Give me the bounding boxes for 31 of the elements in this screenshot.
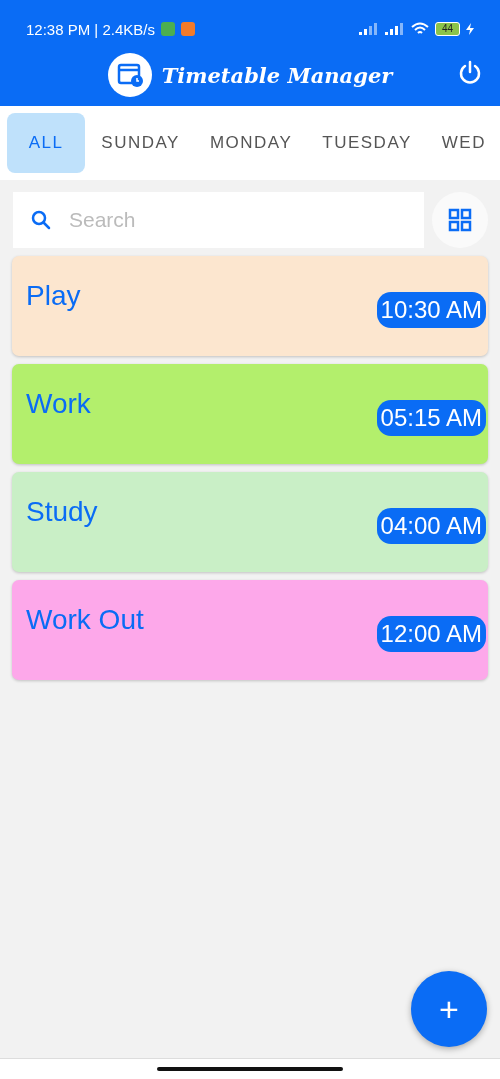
status-time: 12:38 PM | 2.4KB/s: [26, 20, 155, 38]
app-notification-icon: [180, 22, 195, 36]
signal-icon: [384, 23, 405, 35]
signal-icon: [358, 23, 379, 35]
task-time: 12:00 AM: [376, 616, 486, 652]
task-title: Work Out: [26, 604, 144, 636]
day-tab[interactable]: WED: [427, 113, 500, 173]
task-title: Study: [26, 496, 98, 528]
task-time: 10:30 AM: [376, 292, 486, 328]
power-icon[interactable]: [457, 60, 483, 86]
day-tab[interactable]: ALL: [7, 113, 86, 173]
day-tab[interactable]: SUNDAY: [87, 113, 194, 173]
calendar-logo-icon: [107, 53, 152, 97]
task-title: Play: [26, 280, 81, 312]
grid-icon: [448, 208, 472, 232]
charging-icon: [466, 23, 474, 35]
search-field[interactable]: Search: [13, 192, 424, 248]
add-button[interactable]: +: [411, 971, 487, 1047]
task-card[interactable]: Study 04:00 AM: [12, 472, 488, 572]
task-card[interactable]: Work Out 12:00 AM: [12, 580, 488, 680]
battery-indicator: 44: [434, 22, 460, 36]
task-time: 05:15 AM: [376, 400, 486, 436]
task-title: Work: [26, 388, 91, 420]
day-tab[interactable]: TUESDAY: [308, 113, 426, 173]
app-notification-icon: [160, 22, 175, 36]
app-title: Timetable Manager: [161, 62, 393, 88]
task-time: 04:00 AM: [376, 508, 486, 544]
task-card[interactable]: Work 05:15 AM: [12, 364, 488, 464]
wifi-icon: [410, 22, 429, 36]
day-tab[interactable]: MONDAY: [195, 113, 307, 173]
task-card[interactable]: Play 10:30 AM: [12, 256, 488, 356]
